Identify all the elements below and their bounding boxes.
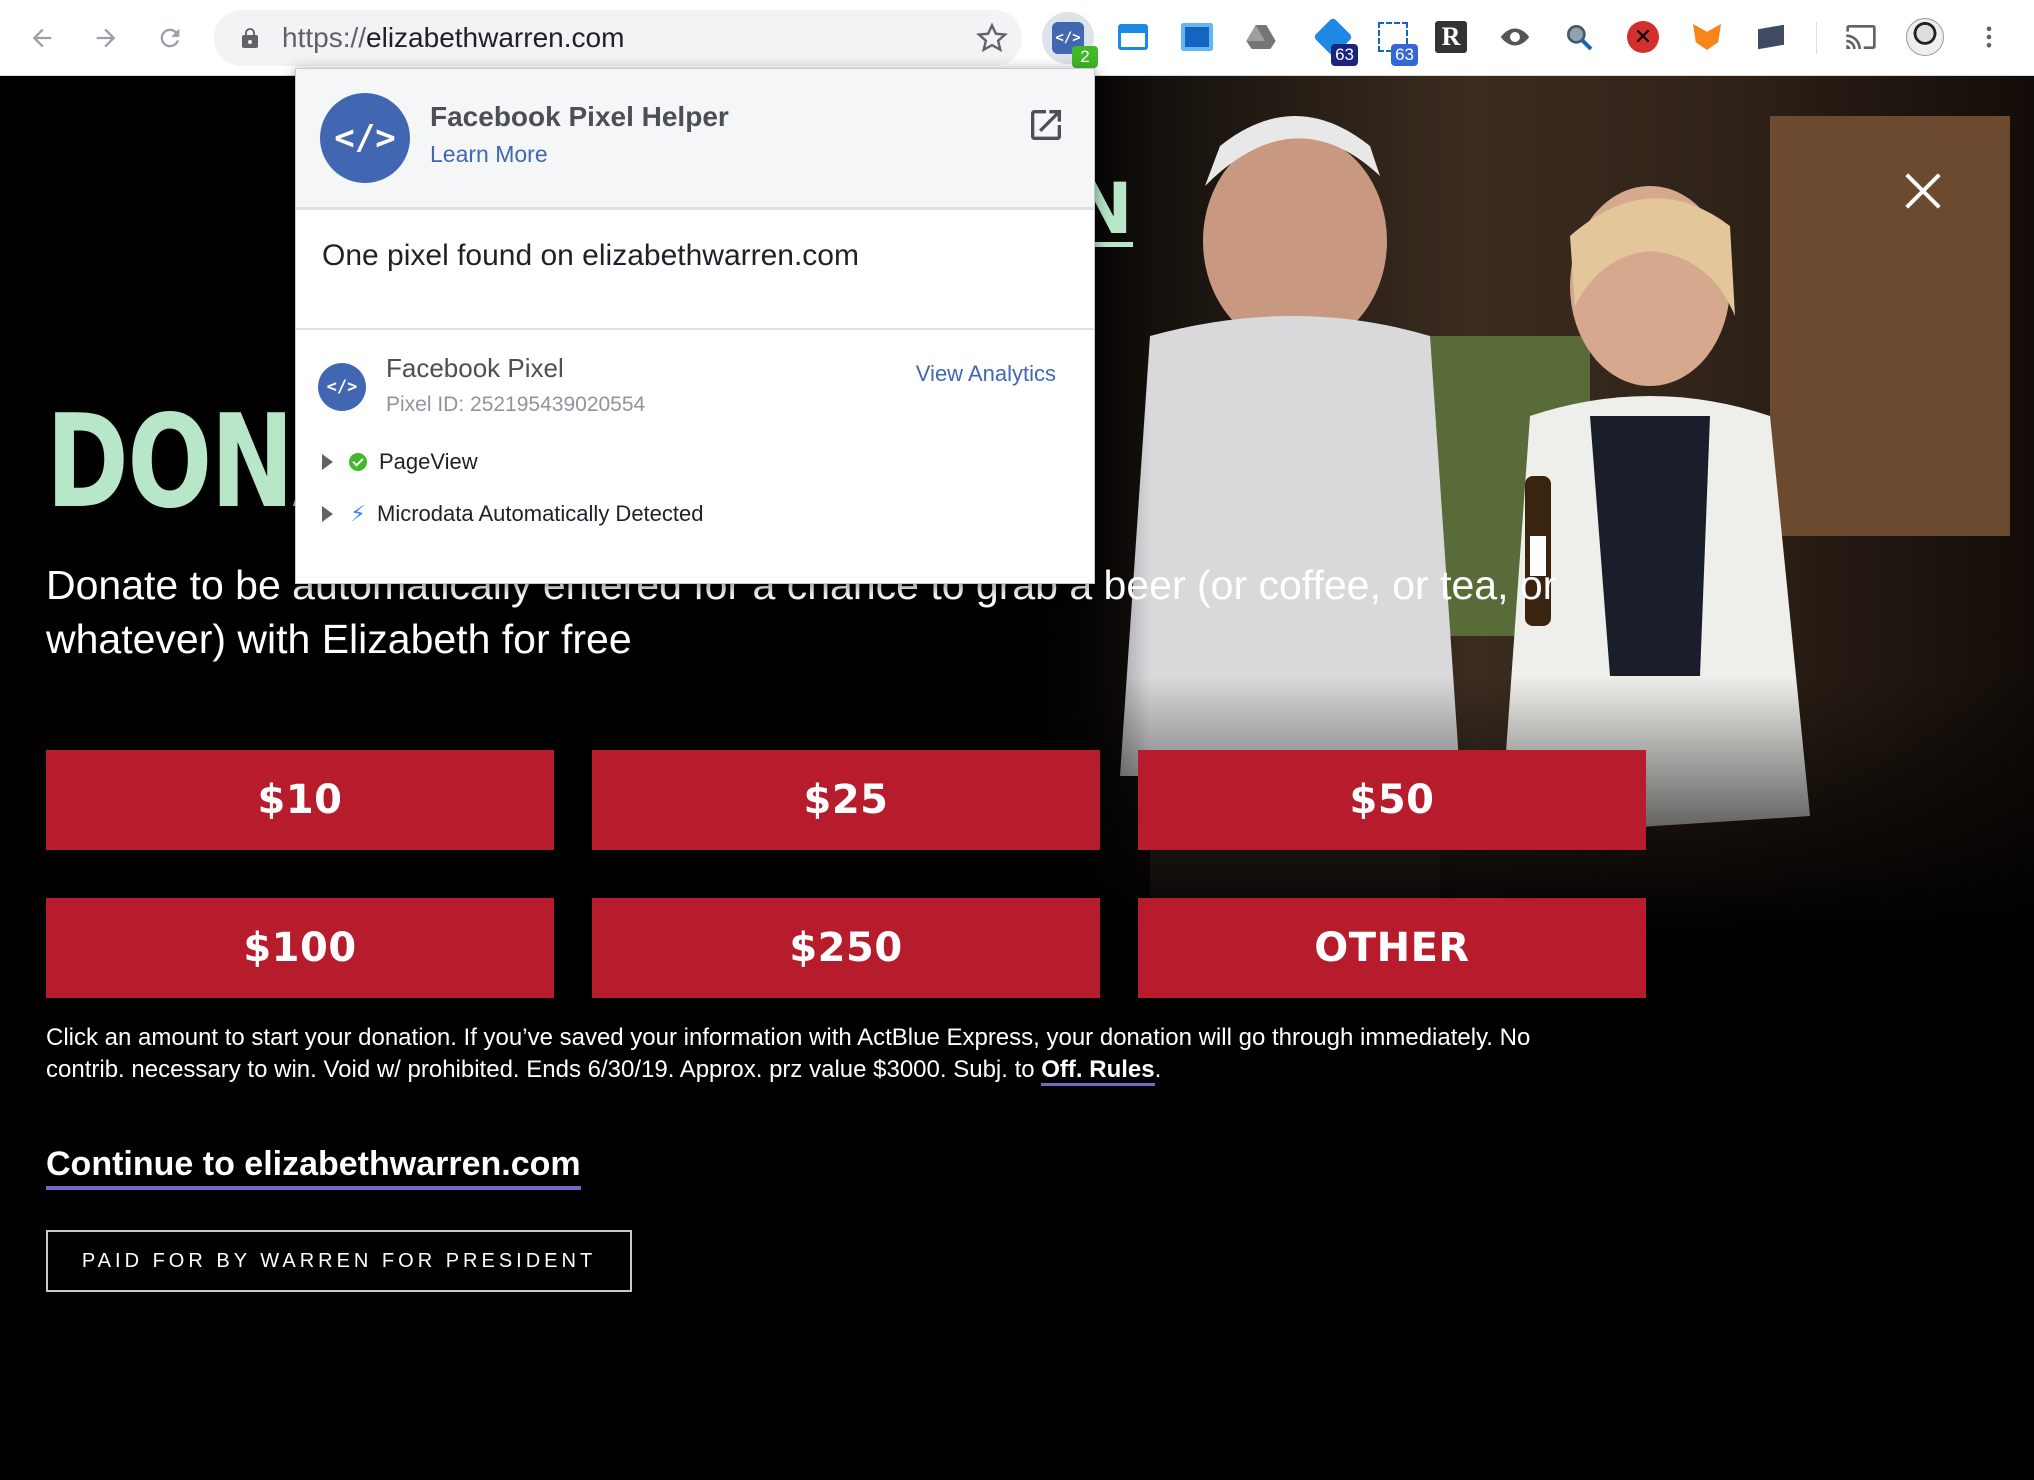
pixel-helper-popup: </> Facebook Pixel Helper Learn More One… [295,68,1095,584]
pixels-found-text: One pixel found on elizabethwarren.com [322,239,859,272]
fine-print-text: Click an amount to start your donation. … [46,1024,1531,1083]
screenshot-icon [1181,23,1213,51]
close-icon[interactable] [1904,172,1942,210]
pixel-helper-logo-icon: </> [320,93,410,183]
amount-10-button[interactable]: $10 [46,750,554,850]
amount-25-button[interactable]: $25 [592,750,1100,850]
continue-link[interactable]: Continue to elizabethwarren.com [46,1142,581,1190]
eye-icon [1500,28,1530,46]
pixel-name: Facebook Pixel [386,353,564,383]
eye-extension[interactable] [1492,14,1538,60]
metamask-fox-icon [1693,24,1721,50]
r-extension[interactable]: R [1428,14,1474,60]
metamask-extension[interactable] [1684,14,1730,60]
pixel-logo-icon: </> [318,363,366,411]
learn-more-link[interactable]: Learn More [430,141,548,168]
open-external-icon[interactable] [1026,105,1066,145]
url-text: https://elizabethwarren.com [282,22,625,53]
blocker-icon: ✕ [1627,21,1659,53]
extension-63-a[interactable]: 63 [1310,14,1358,66]
amount-100-button[interactable]: $100 [46,898,554,998]
extension-dark[interactable] [1748,14,1794,60]
fine-print: Click an amount to start your donation. … [46,1022,1606,1086]
extension-badge: 63 [1331,44,1358,66]
event-microdata[interactable]: ⚡ Microdata Automatically Detected [322,501,704,527]
amount-250-button[interactable]: $250 [592,898,1100,998]
amount-other-button[interactable]: OTHER [1138,898,1646,998]
profile-avatar-icon [1906,18,1944,56]
window-extension[interactable] [1110,14,1156,60]
paid-for-disclaimer: PAID FOR BY WARREN FOR PRESIDENT [46,1230,632,1292]
screenshot-extension[interactable] [1174,14,1220,60]
extension-badge: 2 [1072,46,1098,68]
window-icon [1118,24,1148,50]
menu-dots-icon [1986,26,1992,48]
divider [296,328,1094,330]
extension-icon [1758,24,1784,50]
lock-icon[interactable] [238,26,262,50]
chrome-menu-button[interactable] [1966,14,2012,60]
forward-arrow-icon [96,28,116,48]
extension-badge: 63 [1391,44,1418,66]
address-bar[interactable]: https://elizabethwarren.com [214,10,1022,66]
event-label: Microdata Automatically Detected [377,501,704,526]
event-pageview[interactable]: PageView [322,449,478,475]
toolbar-divider [1816,22,1817,54]
search-icon [1567,24,1593,51]
browser-toolbar: https://elizabethwarren.com </> 2 63 63 … [0,0,2034,76]
extension-63-b[interactable]: 63 [1370,14,1418,66]
google-drive-icon [1246,25,1276,49]
cast-icon [1846,25,1876,49]
popup-header: </> Facebook Pixel Helper Learn More [296,69,1094,210]
r-extension-icon: R [1435,21,1467,53]
google-drive-extension[interactable] [1238,14,1284,60]
official-rules-link[interactable]: Off. Rules [1041,1056,1155,1086]
popup-title: Facebook Pixel Helper [430,101,729,132]
reload-button[interactable] [150,18,190,58]
blocker-extension[interactable]: ✕ [1620,14,1666,60]
lightning-bolt-icon: ⚡ [350,501,366,526]
success-check-icon [349,453,367,471]
expand-triangle-icon [322,454,333,470]
facebook-pixel-helper-extension[interactable]: </> 2 [1042,12,1098,68]
bookmark-star-icon[interactable] [976,22,1008,54]
pixel-id: Pixel ID: 252195439020554 [386,393,646,416]
expand-triangle-icon [322,506,333,522]
amount-50-button[interactable]: $50 [1138,750,1646,850]
back-arrow-icon [32,28,52,48]
cast-button[interactable] [1838,14,1884,60]
fine-print-end: . [1154,1056,1162,1083]
view-analytics-link[interactable]: View Analytics [916,361,1056,387]
search-extension[interactable] [1556,14,1602,60]
profile-button[interactable] [1902,14,1948,60]
back-button[interactable] [22,18,62,58]
event-label: PageView [379,449,478,474]
reload-icon [160,28,180,48]
forward-button[interactable] [86,18,126,58]
